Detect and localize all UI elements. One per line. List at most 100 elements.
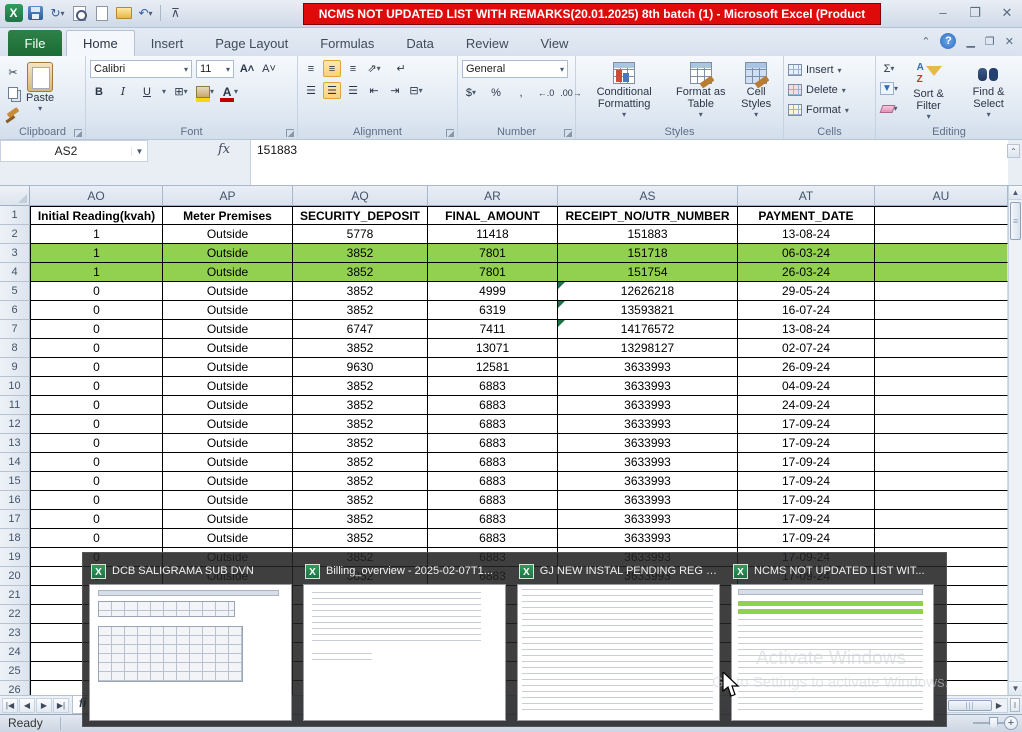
- cell-AQ10[interactable]: 3852: [293, 377, 428, 396]
- italic-button[interactable]: I: [114, 83, 132, 100]
- cell-AS3[interactable]: 151718: [558, 244, 738, 263]
- thumbnail-preview[interactable]: [731, 584, 934, 721]
- cell-AS7[interactable]: 14176572: [558, 320, 738, 339]
- cell-AP2[interactable]: Outside: [163, 225, 293, 244]
- cell-AU2[interactable]: [875, 225, 1008, 244]
- cell-AP13[interactable]: Outside: [163, 434, 293, 453]
- row-header-18[interactable]: 18: [0, 529, 30, 548]
- cell-AR8[interactable]: 13071: [428, 339, 558, 358]
- row-header-3[interactable]: 3: [0, 244, 30, 263]
- cell-AR12[interactable]: 6883: [428, 415, 558, 434]
- cell-AQ5[interactable]: 3852: [293, 282, 428, 301]
- row-header-16[interactable]: 16: [0, 491, 30, 510]
- cell-AR13[interactable]: 6883: [428, 434, 558, 453]
- zoom-in-icon[interactable]: +: [1004, 716, 1018, 730]
- row-header-20[interactable]: 20: [0, 567, 30, 586]
- cell-AU18[interactable]: [875, 529, 1008, 548]
- zoom-handle[interactable]: [989, 717, 998, 730]
- cell-AO13[interactable]: 0: [30, 434, 163, 453]
- cell-AU13[interactable]: [875, 434, 1008, 453]
- cell-AU17[interactable]: [875, 510, 1008, 529]
- select-all-corner[interactable]: [0, 186, 30, 206]
- cell-AO7[interactable]: 0: [30, 320, 163, 339]
- taskbar-thumbnail-1[interactable]: XDCB SALIGRAMA SUB DVN: [89, 558, 292, 721]
- cell-AR16[interactable]: 6883: [428, 491, 558, 510]
- taskbar-thumbnail-3[interactable]: XGJ NEW INSTAL PENDING REG 0...: [517, 558, 720, 721]
- align-middle-icon[interactable]: ≡: [323, 60, 341, 77]
- cell-AS18[interactable]: 3633993: [558, 529, 738, 548]
- row-header-9[interactable]: 9: [0, 358, 30, 377]
- cell-AU11[interactable]: [875, 396, 1008, 415]
- cell-AQ3[interactable]: 3852: [293, 244, 428, 263]
- cell-AQ13[interactable]: 3852: [293, 434, 428, 453]
- cell-AR17[interactable]: 6883: [428, 510, 558, 529]
- tab-home[interactable]: Home: [66, 30, 135, 56]
- workbook-minimize-icon[interactable]: ▁: [966, 35, 974, 48]
- row-header-15[interactable]: 15: [0, 472, 30, 491]
- row-header-26[interactable]: 26: [0, 681, 30, 695]
- align-right-icon[interactable]: ☰: [344, 82, 362, 99]
- cell-AQ12[interactable]: 3852: [293, 415, 428, 434]
- cell-AS5[interactable]: 12626218: [558, 282, 738, 301]
- cell-AP8[interactable]: Outside: [163, 339, 293, 358]
- tab-split-handle[interactable]: I: [1010, 698, 1020, 712]
- cell-AT13[interactable]: 17-09-24: [738, 434, 875, 453]
- workbook-restore-icon[interactable]: ❐: [985, 35, 995, 48]
- cell-AP5[interactable]: Outside: [163, 282, 293, 301]
- cell-AR2[interactable]: 11418: [428, 225, 558, 244]
- cell-AQ8[interactable]: 3852: [293, 339, 428, 358]
- cell-AQ11[interactable]: 3852: [293, 396, 428, 415]
- scroll-down-icon[interactable]: ▼: [1009, 681, 1022, 695]
- cell-AQ14[interactable]: 3852: [293, 453, 428, 472]
- cell-AR4[interactable]: 7801: [428, 263, 558, 282]
- sort-filter-button[interactable]: AZ Sort & Filter▾: [902, 60, 955, 123]
- minimize-ribbon-icon[interactable]: ⌃: [921, 35, 930, 48]
- cell-AO2[interactable]: 1: [30, 225, 163, 244]
- cell-AO5[interactable]: 0: [30, 282, 163, 301]
- cell-AO6[interactable]: 0: [30, 301, 163, 320]
- decrease-indent-icon[interactable]: ⇤: [365, 82, 383, 99]
- zoom-slider[interactable]: +: [973, 716, 1018, 730]
- workbook-close-icon[interactable]: ✕: [1005, 35, 1014, 48]
- cell-AR3[interactable]: 7801: [428, 244, 558, 263]
- row-header-1[interactable]: 1: [0, 206, 30, 225]
- align-left-icon[interactable]: ☰: [302, 82, 320, 99]
- delete-cells-button[interactable]: Delete▾: [788, 80, 871, 100]
- cell-AT3[interactable]: 06-03-24: [738, 244, 875, 263]
- cell-AO15[interactable]: 0: [30, 472, 163, 491]
- cell-AP12[interactable]: Outside: [163, 415, 293, 434]
- row-header-17[interactable]: 17: [0, 510, 30, 529]
- cut-icon[interactable]: ✂: [4, 64, 22, 81]
- row-header-23[interactable]: 23: [0, 624, 30, 643]
- cell-AR18[interactable]: 6883: [428, 529, 558, 548]
- cell-AU1[interactable]: [875, 206, 1008, 225]
- cell-AS11[interactable]: 3633993: [558, 396, 738, 415]
- row-header-10[interactable]: 10: [0, 377, 30, 396]
- cell-AS9[interactable]: 3633993: [558, 358, 738, 377]
- cell-AT11[interactable]: 24-09-24: [738, 396, 875, 415]
- restore-button[interactable]: ❐: [966, 5, 984, 21]
- alignment-dialog-launcher-icon[interactable]: [446, 129, 454, 137]
- cell-AR1[interactable]: FINAL_AMOUNT: [428, 206, 558, 225]
- last-sheet-icon[interactable]: ▶|: [53, 698, 69, 713]
- tab-file[interactable]: File: [8, 30, 62, 56]
- cell-AT18[interactable]: 17-09-24: [738, 529, 875, 548]
- cell-AT4[interactable]: 26-03-24: [738, 263, 875, 282]
- cell-AS6[interactable]: 13593821: [558, 301, 738, 320]
- row-header-24[interactable]: 24: [0, 643, 30, 662]
- cell-AS16[interactable]: 3633993: [558, 491, 738, 510]
- column-header-au[interactable]: AU: [875, 186, 1008, 206]
- row-header-8[interactable]: 8: [0, 339, 30, 358]
- cell-AR14[interactable]: 6883: [428, 453, 558, 472]
- cell-AS13[interactable]: 3633993: [558, 434, 738, 453]
- scroll-right-icon[interactable]: ▶: [992, 700, 1006, 711]
- increase-indent-icon[interactable]: ⇥: [386, 82, 404, 99]
- cell-AS10[interactable]: 3633993: [558, 377, 738, 396]
- cell-AT1[interactable]: PAYMENT_DATE: [738, 206, 875, 225]
- clear-icon[interactable]: ▾: [880, 100, 898, 117]
- fill-color-icon[interactable]: ▾: [196, 83, 214, 100]
- row-header-25[interactable]: 25: [0, 662, 30, 681]
- cell-AP9[interactable]: Outside: [163, 358, 293, 377]
- minimize-button[interactable]: –: [934, 5, 952, 21]
- align-top-icon[interactable]: ≡: [302, 60, 320, 77]
